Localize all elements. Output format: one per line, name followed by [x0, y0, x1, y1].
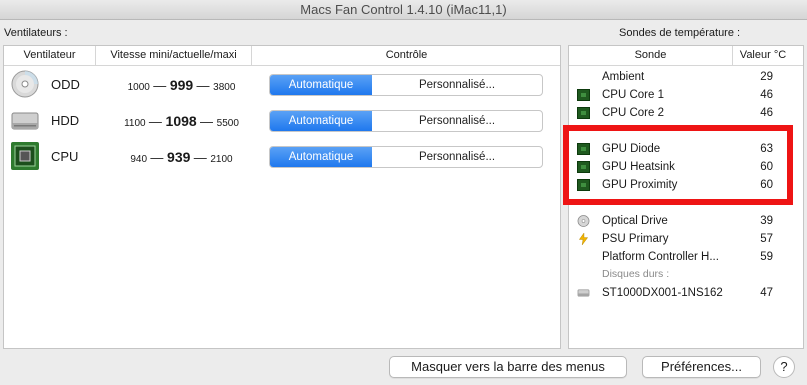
lightning-icon [578, 233, 589, 245]
sensor-name: PSU Primary [602, 233, 669, 245]
fan-speed: 1100 — 1098 — 5500 [124, 113, 239, 129]
sensor-value: 59 [760, 251, 773, 263]
sensor-value: 46 [760, 89, 773, 101]
sensor-value: 29 [760, 71, 773, 83]
fan-speed-current: 1098 [165, 113, 197, 129]
sensor-value: 46 [760, 107, 773, 119]
sensor-name: Ambient [602, 71, 645, 83]
auto-button[interactable]: Automatique [270, 111, 372, 131]
sensor-name: Platform Controller H... [602, 251, 719, 263]
custom-button[interactable]: Personnalisé... [372, 147, 542, 167]
fan-speed-min: 940 [130, 154, 148, 165]
optical-disc-icon [11, 70, 39, 98]
temp-row[interactable]: CPU Core 2 46 [569, 104, 803, 122]
fan-speed-min: 1100 [124, 118, 146, 129]
fan-control-segmented: Automatique Personnalisé... [269, 146, 543, 168]
temp-row[interactable]: CPU Core 1 46 [569, 86, 803, 104]
sensor-name: ST1000DX001-1NS162 [602, 287, 723, 299]
sensor-value: 47 [760, 287, 773, 299]
col-value-header[interactable]: Valeur °C [733, 46, 793, 66]
group-header-hdd: Disques durs : [569, 265, 803, 283]
fan-name: CPU [51, 149, 79, 164]
chip-icon [577, 89, 590, 101]
temp-row[interactable]: PSU Primary 57 [569, 230, 803, 248]
window-titlebar: Macs Fan Control 1.4.10 (iMac11,1) [0, 0, 807, 20]
hard-drive-icon [11, 112, 39, 130]
chip-icon [577, 107, 590, 119]
auto-button[interactable]: Automatique [270, 147, 372, 167]
fan-speed-min: 1000 [127, 82, 150, 93]
sensor-name: CPU Core 2 [602, 107, 664, 119]
chip-icon [11, 142, 39, 170]
fan-control-segmented: Automatique Personnalisé... [269, 110, 543, 132]
hide-to-menubar-button[interactable]: Masquer vers la barre des menus [389, 356, 627, 378]
fan-row-hdd: HDD 1100 — 1098 — 5500 Automatique Perso… [4, 103, 560, 139]
help-button[interactable]: ? [773, 356, 795, 378]
fan-speed: 940 — 939 — 2100 [130, 149, 233, 165]
fans-section-label: Ventilateurs : [4, 27, 68, 39]
fan-speed-current: 939 [167, 149, 191, 165]
sensor-name: CPU Core 1 [602, 89, 664, 101]
col-speed-header[interactable]: Vitesse mini/actuelle/maxi [96, 46, 252, 66]
sensor-value: 57 [760, 233, 773, 245]
fan-name: ODD [51, 77, 80, 92]
fan-speed-max: 5500 [216, 118, 239, 129]
fan-speed: 1000 — 999 — 3800 [127, 77, 236, 93]
temp-row[interactable]: Platform Controller H... 59 [569, 248, 803, 266]
fan-speed-max: 2100 [210, 154, 233, 165]
temps-section-label: Sondes de température : [619, 27, 741, 39]
temp-row[interactable]: Optical Drive 39 [569, 212, 803, 230]
auto-button[interactable]: Automatique [270, 75, 372, 95]
group-label: Disques durs : [602, 268, 670, 280]
temp-row[interactable]: ST1000DX001-1NS162 47 [569, 284, 803, 302]
fan-control-segmented: Automatique Personnalisé... [269, 74, 543, 96]
temp-row[interactable]: Ambient 29 [569, 68, 803, 86]
custom-button[interactable]: Personnalisé... [372, 75, 542, 95]
fan-speed-current: 999 [169, 77, 194, 93]
window-title: Macs Fan Control 1.4.10 (iMac11,1) [300, 2, 507, 17]
fan-row-cpu: CPU 940 — 939 — 2100 Automatique Personn… [4, 139, 560, 175]
col-sensor-header[interactable]: Sonde [569, 46, 733, 66]
custom-button[interactable]: Personnalisé... [372, 111, 542, 131]
optical-disc-icon [577, 215, 590, 227]
fan-name: HDD [51, 113, 80, 128]
fan-row-odd: ODD 1000 — 999 — 3800 Automatique Person… [4, 67, 560, 103]
col-fan-header[interactable]: Ventilateur [4, 46, 96, 66]
sensor-value: 39 [760, 215, 773, 227]
fans-table-header: Ventilateur Vitesse mini/actuelle/maxi C… [4, 46, 560, 66]
col-control-header[interactable]: Contrôle [252, 46, 561, 66]
fans-table: Ventilateur Vitesse mini/actuelle/maxi C… [3, 45, 561, 349]
highlight-box [563, 125, 793, 205]
temps-table-header: Sonde Valeur °C [569, 46, 803, 66]
fan-speed-max: 3800 [213, 82, 236, 93]
preferences-button[interactable]: Préférences... [642, 356, 761, 378]
hard-drive-icon [577, 289, 590, 297]
sensor-name: Optical Drive [602, 215, 668, 227]
